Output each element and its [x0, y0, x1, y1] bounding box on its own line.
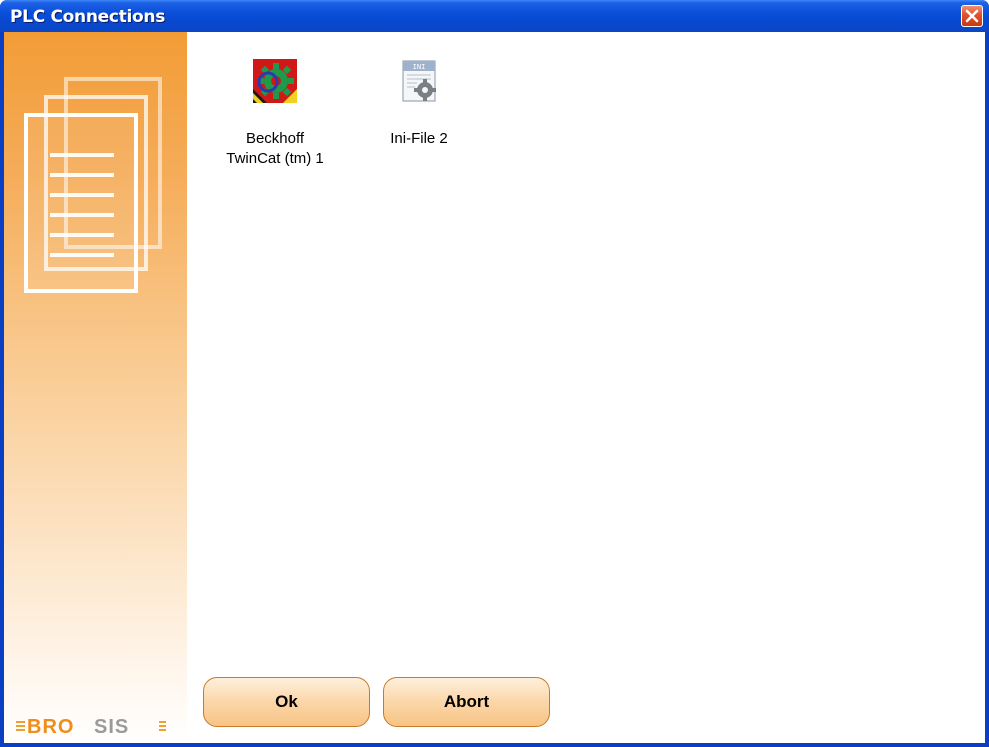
connection-item-ini-file[interactable]: INI Ini-File 2: [359, 59, 479, 149]
connection-label: Beckhoff TwinCat (tm) 1: [226, 130, 324, 167]
ini-file-icon: INI: [402, 60, 436, 102]
window-title: PLC Connections: [10, 7, 166, 27]
decorative-sidebar: BRO SIS: [4, 32, 187, 743]
title-bar[interactable]: PLC Connections: [0, 0, 989, 32]
ok-button[interactable]: Ok: [203, 677, 370, 727]
brosis-logo: BRO SIS: [16, 712, 166, 743]
svg-text:SIS: SIS: [94, 716, 129, 738]
close-icon: [965, 9, 979, 23]
close-button[interactable]: [961, 5, 983, 27]
dialog-client-area: BRO SIS Beckhoff TwinCat (tm) 1 INI Ini-…: [4, 32, 985, 743]
svg-text:BRO: BRO: [27, 716, 74, 738]
documents-icon: [24, 77, 162, 293]
abort-button[interactable]: Abort: [383, 677, 550, 727]
connection-item-beckhoff[interactable]: Beckhoff TwinCat (tm) 1: [215, 59, 335, 169]
plc-connections-dialog: PLC Connections BRO SIS Beckhoff TwinCat…: [0, 0, 989, 747]
beckhoff-twincat-icon: [253, 59, 297, 103]
connection-label: Ini-File 2: [390, 130, 448, 147]
svg-text:INI: INI: [413, 63, 426, 71]
